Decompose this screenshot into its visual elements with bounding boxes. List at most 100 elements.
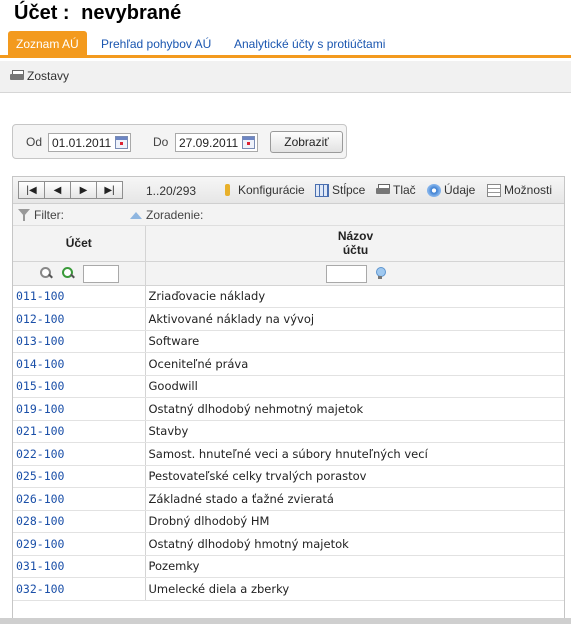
hand-icon <box>221 183 235 197</box>
options-icon <box>487 183 501 197</box>
account-code-link[interactable]: 013-100 <box>16 334 64 348</box>
account-code-cell: 013-100 <box>13 330 146 353</box>
account-code-link[interactable]: 014-100 <box>16 357 64 371</box>
table-row[interactable]: 015-100 Goodwill <box>13 375 564 398</box>
accounts-table: Účet Názov účtu 011-100 Zriaďovacie nákla… <box>13 226 564 601</box>
table-row[interactable]: 021-100 Stavby <box>13 420 564 443</box>
table-row[interactable]: 032-100 Umelecké diela a zberky <box>13 577 564 601</box>
from-date-field[interactable]: 01.01.2011 <box>48 133 131 152</box>
reports-label: Zostavy <box>27 69 70 83</box>
sort-icon <box>130 211 142 219</box>
title-value: nevybrané <box>81 2 182 24</box>
column-header-name[interactable]: Názov účtu <box>145 226 564 262</box>
account-code-link[interactable]: 021-100 <box>16 424 64 438</box>
account-code-link[interactable]: 029-100 <box>16 537 64 551</box>
reports-button[interactable]: Zostavy <box>10 69 69 83</box>
table-row[interactable]: 025-100 Pestovateľské celky trvalých pora… <box>13 465 564 488</box>
table-row[interactable]: 026-100 Základné stado a ťažné zvieratá <box>13 487 564 511</box>
options-button[interactable]: Možnosti <box>487 183 552 197</box>
account-name-cell: Ostatný dlhodobý hmotný majetok <box>145 532 564 556</box>
table-row[interactable]: 019-100 Ostatný dlhodobý nehmotný majetok <box>13 397 564 421</box>
account-name-cell: Drobný dlhodobý HM <box>145 510 564 533</box>
last-page-icon[interactable]: ▶| <box>96 181 123 199</box>
account-name-cell: Ostatný dlhodobý nehmotný majetok <box>145 397 564 421</box>
options-label: Možnosti <box>504 183 553 197</box>
configurations-label: Konfigurácie <box>238 183 305 197</box>
bottom-scroll-edge <box>0 618 571 624</box>
print-label: Tlač <box>393 183 416 197</box>
calendar-icon[interactable] <box>242 136 255 149</box>
account-code-cell: 029-100 <box>13 532 146 556</box>
account-name-cell: Základné stado a ťažné zvieratá <box>145 487 564 511</box>
configurations-button[interactable]: Konfigurácie <box>221 183 305 197</box>
account-name-cell: Goodwill <box>145 375 564 398</box>
account-code-cell: 012-100 <box>13 307 146 331</box>
date-filter-panel: Od 01.01.2011 Do 27.09.2011 Zobraziť <box>12 124 347 159</box>
account-name-cell: Samost. hnuteľné veci a súbory hnuteľnýc… <box>145 442 564 466</box>
funnel-icon <box>18 209 30 221</box>
name-filter-cell <box>145 261 564 286</box>
sort-toggle[interactable]: Zoradenie: <box>130 208 203 222</box>
search-icon[interactable] <box>40 266 53 280</box>
account-code-cell: 028-100 <box>13 510 146 533</box>
account-code-cell: 011-100 <box>13 285 146 308</box>
to-date-value: 27.09.2011 <box>179 136 239 150</box>
data-icon <box>427 183 441 197</box>
tab-prehlad-pohybov[interactable]: Prehľad pohybov AÚ <box>101 32 211 56</box>
account-code-link[interactable]: 019-100 <box>16 402 64 416</box>
account-code-cell: 025-100 <box>13 465 146 488</box>
printer-icon <box>376 184 390 196</box>
account-code-link[interactable]: 032-100 <box>16 582 64 596</box>
table-row[interactable]: 013-100 Software <box>13 330 564 353</box>
printer-icon <box>10 70 24 82</box>
account-code-link[interactable]: 031-100 <box>16 559 64 573</box>
account-code-link[interactable]: 012-100 <box>16 312 64 326</box>
account-name-cell: Zriaďovacie náklady <box>145 285 564 308</box>
show-button[interactable]: Zobraziť <box>270 131 343 153</box>
from-label: Od <box>26 135 43 149</box>
account-code-cell: 019-100 <box>13 397 146 421</box>
tab-zoznam-au[interactable]: Zoznam AÚ <box>8 31 87 57</box>
account-code-cell: 022-100 <box>13 442 146 466</box>
account-code-link[interactable]: 011-100 <box>16 289 64 303</box>
account-code-link[interactable]: 025-100 <box>16 469 64 483</box>
columns-button[interactable]: Stĺpce <box>315 183 365 197</box>
to-date-field[interactable]: 27.09.2011 <box>175 133 258 152</box>
account-code-cell: 021-100 <box>13 420 146 443</box>
table-row[interactable]: 012-100 Aktivované náklady na vývoj <box>13 307 564 331</box>
filter-bar: Filter: Zoradenie: <box>13 204 564 226</box>
table-row[interactable]: 031-100 Pozemky <box>13 555 564 578</box>
filter-toggle[interactable]: Filter: <box>18 208 64 222</box>
bulb-icon[interactable] <box>375 266 386 281</box>
account-code-cell: 032-100 <box>13 577 146 601</box>
account-name-cell: Oceniteľné práva <box>145 352 564 376</box>
next-page-icon[interactable]: ▶ <box>70 181 97 199</box>
account-name-cell: Stavby <box>145 420 564 443</box>
title-label: Účet : <box>14 2 70 24</box>
print-button[interactable]: Tlač <box>376 183 416 197</box>
data-button[interactable]: Údaje <box>427 183 475 197</box>
table-row[interactable]: 029-100 Ostatný dlhodobý hmotný majetok <box>13 532 564 556</box>
table-row[interactable]: 011-100 Zriaďovacie náklady <box>13 285 564 308</box>
first-page-icon[interactable]: |◀ <box>18 181 45 199</box>
name-filter-input[interactable] <box>325 264 367 283</box>
prev-page-icon[interactable]: ◀ <box>44 181 71 199</box>
filter-label: Filter: <box>34 208 64 222</box>
accounts-grid: |◀ ◀ ▶ ▶| 1..20/293 Konfigurácie Stĺpce … <box>12 176 565 624</box>
column-header-account[interactable]: Účet <box>13 226 146 262</box>
calendar-icon[interactable] <box>115 136 128 149</box>
table-row[interactable]: 028-100 Drobný dlhodobý HM <box>13 510 564 533</box>
account-code-link[interactable]: 026-100 <box>16 492 64 506</box>
account-code-link[interactable]: 028-100 <box>16 514 64 528</box>
account-code-link[interactable]: 015-100 <box>16 379 64 393</box>
table-row[interactable]: 022-100 Samost. hnuteľné veci a súbory hn… <box>13 442 564 466</box>
search-add-icon[interactable] <box>62 266 75 280</box>
table-row[interactable]: 014-100 Oceniteľné práva <box>13 352 564 376</box>
tab-analyticke-ucty[interactable]: Analytické účty s protiúčtami <box>234 32 385 56</box>
account-code-link[interactable]: 022-100 <box>16 447 64 461</box>
account-name-cell: Aktivované náklady na vývoj <box>145 307 564 331</box>
columns-icon <box>315 183 329 197</box>
account-filter-input[interactable] <box>83 264 119 283</box>
account-name-cell: Software <box>145 330 564 353</box>
account-code-cell: 031-100 <box>13 555 146 578</box>
